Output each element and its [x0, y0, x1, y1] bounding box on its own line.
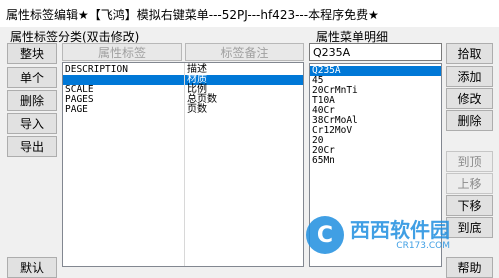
default-button[interactable]: 默认 — [7, 257, 57, 278]
move-up-button[interactable]: 上移 — [446, 173, 493, 194]
modify-button[interactable]: 修改 — [446, 88, 493, 109]
watermark-subtext: CR173.COM — [396, 241, 450, 251]
pick-button[interactable]: 拾取 — [446, 43, 493, 64]
note-row[interactable]: 页数 — [185, 105, 303, 115]
tag-column: DESCRIPTION SCALE PAGES PAGE — [63, 65, 184, 115]
column-divider — [184, 63, 185, 266]
watermark-icon: C — [306, 216, 344, 254]
help-button[interactable]: 帮助 — [446, 257, 493, 278]
column-header-tag[interactable]: 属性标签 — [62, 43, 182, 61]
column-header-note[interactable]: 标签备注 — [185, 43, 304, 61]
note-column: 描述 材质 比例 总页数 页数 — [185, 65, 303, 115]
tag-list[interactable]: DESCRIPTION SCALE PAGES PAGE 描述 材质 比例 总页… — [62, 62, 304, 267]
tag-row-selected-highlight — [63, 75, 184, 85]
tag-row[interactable]: PAGE — [63, 105, 184, 115]
add-button[interactable]: 添加 — [446, 66, 493, 87]
delete-tag-button[interactable]: 删除 — [7, 90, 57, 111]
import-button[interactable]: 导入 — [7, 113, 57, 134]
item-row-selected[interactable]: Q235A — [310, 66, 441, 76]
item-input[interactable]: Q235A — [309, 43, 442, 61]
single-button[interactable]: 单个 — [7, 67, 57, 88]
watermark-text: 西西软件园 — [350, 218, 450, 242]
move-top-button[interactable]: 到顶 — [446, 151, 493, 172]
export-button[interactable]: 导出 — [7, 136, 57, 157]
title-bar: 属性标签编辑★【飞鸿】模拟右键菜单---52PJ---hf423---本程序免费… — [0, 0, 499, 27]
tag-row[interactable]: DESCRIPTION — [63, 65, 184, 75]
watermark-logo: C 西西软件园 CR173.COM — [306, 212, 476, 258]
item-row[interactable]: 65Mn — [310, 156, 441, 166]
item-row[interactable]: Cr12MoV — [310, 126, 441, 136]
delete-item-button[interactable]: 删除 — [446, 110, 493, 131]
whole-button[interactable]: 整块 — [7, 43, 57, 64]
window-title: 属性标签编辑★【飞鸿】模拟右键菜单---52PJ---hf423---本程序免费… — [6, 8, 379, 22]
